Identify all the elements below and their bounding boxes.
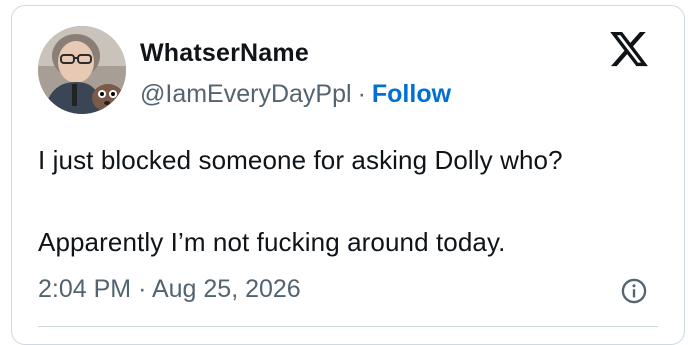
handle-separator: · bbox=[357, 80, 366, 108]
tweet-time: 2:04 PM bbox=[38, 275, 132, 303]
avatar[interactable] bbox=[38, 26, 126, 114]
info-icon[interactable] bbox=[620, 277, 648, 305]
tweet-text-line: Apparently I’m not fucking around today. bbox=[38, 227, 506, 257]
tweet-text-line: I just blocked someone for asking Dolly … bbox=[38, 145, 563, 175]
timestamp-separator: · bbox=[138, 275, 147, 303]
follow-button[interactable]: Follow bbox=[372, 80, 451, 108]
author-handle[interactable]: @IamEveryDayPpl bbox=[140, 80, 352, 108]
tweet-card: WhatserName @IamEveryDayPpl · Follow I jus… bbox=[11, 5, 685, 345]
divider bbox=[38, 326, 658, 327]
tweet-date: Aug 25, 2026 bbox=[151, 275, 301, 303]
author-handle-line: @IamEveryDayPpl · Follow bbox=[140, 79, 451, 109]
x-logo-icon[interactable] bbox=[608, 28, 650, 70]
tweet-text: I just blocked someone for asking Dolly … bbox=[38, 145, 668, 257]
author-display-name[interactable]: WhatserName bbox=[140, 38, 309, 68]
avatar-image bbox=[38, 26, 126, 114]
tweet-timestamp[interactable]: 2:04 PM · Aug 25, 2026 bbox=[38, 274, 301, 304]
